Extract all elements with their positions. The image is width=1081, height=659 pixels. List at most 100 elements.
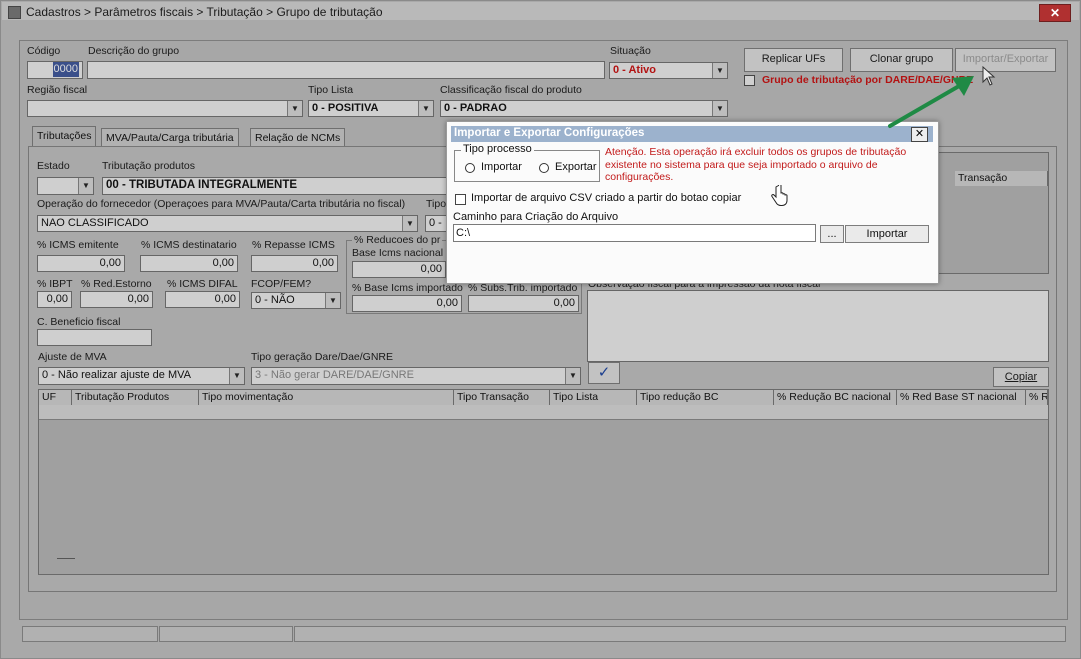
classificacao-label: Classificação fiscal do produto	[440, 84, 582, 96]
ajuste-mva-select[interactable]: 0 - Não realizar ajuste de MVA ▼	[38, 367, 245, 385]
importar-button[interactable]: Importar	[845, 225, 929, 243]
replicar-ufs-button[interactable]: Replicar UFs	[744, 48, 843, 72]
fcop-select[interactable]: 0 - NÃO ▼	[251, 292, 341, 309]
tab-mva-pauta[interactable]: MVA/Pauta/Carga tributária	[101, 128, 239, 147]
status-panel-3	[294, 626, 1066, 642]
tipo-lista-label: Tipo Lista	[308, 84, 354, 96]
ibpt-input[interactable]: 0,00	[37, 291, 72, 308]
situacao-value: 0 - Ativo	[613, 64, 656, 76]
chevron-down-icon[interactable]: ▼	[418, 101, 433, 116]
fcop-value: 0 - NÃO	[255, 294, 295, 306]
operacao-value: NAO CLASSIFICADO	[41, 217, 149, 229]
exportar-radio[interactable]	[539, 163, 549, 173]
tipo-select[interactable]: 0 -	[425, 215, 447, 232]
red-estorno-label: % Red.Estorno	[81, 278, 152, 290]
c-beneficio-input[interactable]	[37, 329, 152, 346]
grid-scroll-indicator	[57, 558, 75, 559]
icms-destinatario-input[interactable]: 0,00	[140, 255, 238, 272]
chevron-down-icon[interactable]: ▼	[287, 101, 302, 116]
tab-relacao-ncms[interactable]: Relação de NCMs	[250, 128, 346, 147]
ajuste-mva-label: Ajuste de MVA	[38, 351, 107, 363]
estado-label: Estado	[37, 160, 70, 172]
regiao-fiscal-select[interactable]: ▼	[27, 100, 303, 117]
tipo-geracao-select[interactable]: 3 - Não gerar DARE/DAE/GNRE ▼	[251, 367, 581, 385]
browse-button[interactable]: ...	[820, 225, 844, 243]
chevron-down-icon[interactable]: ▼	[565, 368, 580, 384]
col-reducao-bc-nacional[interactable]: % Redução BC nacional	[774, 390, 897, 405]
tipo-geracao-label: Tipo geração Dare/Dae/GNRE	[251, 351, 394, 363]
arrow-shaft	[888, 80, 968, 128]
operacao-label: Operação do fornecedor (Operaçoes para M…	[37, 198, 406, 210]
mouse-pointer-icon	[982, 66, 996, 86]
tributacao-grid[interactable]: UF Tributação Produtos Tipo movimentação…	[38, 389, 1049, 575]
window-title: Cadastros > Parâmetros fiscais > Tributa…	[26, 5, 383, 19]
chevron-down-icon[interactable]: ▼	[712, 63, 727, 78]
col-tributacao-produtos[interactable]: Tributação Produtos	[72, 390, 199, 405]
chevron-down-icon[interactable]: ▼	[325, 293, 340, 308]
app-icon	[8, 6, 21, 19]
descricao-label: Descrição do grupo	[88, 45, 180, 57]
codigo-value: 0000	[52, 62, 79, 77]
tipo-processo-label: Tipo processo	[461, 143, 534, 155]
codigo-label: Código	[27, 45, 61, 57]
trib-produtos-label: Tributação produtos	[102, 160, 195, 172]
title-bar: Cadastros > Parâmetros fiscais > Tributa…	[2, 2, 1079, 22]
dialog-title-bar: Importar e Exportar Configurações	[451, 126, 933, 142]
base-icms-importado-input[interactable]: 0,00	[352, 295, 462, 312]
tipo-lista-select[interactable]: 0 - POSITIVA ▼	[308, 100, 434, 117]
tab-tributacoes[interactable]: Tributações	[32, 126, 97, 147]
c-beneficio-label: C. Beneficio fiscal	[37, 316, 121, 328]
classificacao-value: 0 - PADRAO	[444, 102, 507, 114]
ajuste-mva-value: 0 - Não realizar ajuste de MVA	[42, 369, 191, 381]
repasse-icms-input[interactable]: 0,00	[251, 255, 338, 272]
transacao-grid: Transação	[936, 152, 1049, 274]
subs-trib-importado-input[interactable]: 0,00	[468, 295, 579, 312]
tipo-label: Tipo	[426, 198, 447, 210]
confirm-check-button[interactable]: ✓	[588, 362, 620, 384]
chevron-down-icon[interactable]: ▼	[229, 368, 244, 384]
situacao-select[interactable]: 0 - Ativo ▼	[609, 62, 728, 79]
situacao-label: Situação	[610, 45, 651, 57]
col-uf[interactable]: UF	[39, 390, 72, 405]
trib-produtos-input[interactable]: 00 - TRIBUTADA INTEGRALMENTE	[102, 177, 448, 195]
operacao-select[interactable]: NAO CLASSIFICADO ▼	[37, 215, 418, 232]
ibpt-label: % IBPT	[37, 278, 73, 290]
table-row[interactable]	[39, 405, 1048, 420]
chevron-down-icon[interactable]: ▼	[712, 101, 727, 116]
base-icms-nacional-input[interactable]: 0,00	[352, 261, 446, 278]
regiao-fiscal-label: Região fiscal	[27, 84, 88, 96]
classificacao-select[interactable]: 0 - PADRAO ▼	[440, 100, 728, 117]
icms-emitente-input[interactable]: 0,00	[37, 255, 125, 272]
importar-radio-label: Importar	[481, 161, 522, 173]
obs-fiscal-textarea[interactable]	[587, 290, 1049, 362]
tipo-lista-value: 0 - POSITIVA	[312, 102, 379, 114]
copiar-button[interactable]: Copiar	[993, 367, 1049, 387]
icms-difal-input[interactable]: 0,00	[165, 291, 240, 308]
descricao-input[interactable]	[87, 61, 605, 79]
base-icms-nacional-label: Base Icms nacional	[352, 247, 444, 259]
import-export-dialog: Importar e Exportar Configurações ✕ Tipo…	[446, 121, 939, 284]
col-red-base-st-nacional[interactable]: % Red Base ST nacional	[897, 390, 1026, 405]
csv-checkbox[interactable]	[455, 194, 466, 205]
col-tipo-reducao-bc[interactable]: Tipo redução BC	[637, 390, 774, 405]
grupo-dare-checkbox[interactable]	[744, 75, 755, 86]
icms-difal-label: % ICMS DIFAL	[167, 278, 238, 290]
col-tipo-movimentacao[interactable]: Tipo movimentação	[199, 390, 454, 405]
fcop-label: FCOP/FEM?	[251, 278, 312, 290]
importar-radio[interactable]	[465, 163, 475, 173]
caminho-input[interactable]: C:\	[453, 224, 816, 242]
tipo-geracao-value: 3 - Não gerar DARE/DAE/GNRE	[255, 369, 414, 381]
icms-destinatario-label: % ICMS destinatario	[141, 239, 237, 251]
estado-select[interactable]: ▼	[37, 177, 94, 195]
window-close-button[interactable]: ✕	[1039, 4, 1071, 22]
reducoes-label: % Reducoes do pr	[352, 234, 443, 246]
icms-emitente-label: % ICMS emitente	[37, 239, 119, 251]
col-tipo-lista[interactable]: Tipo Lista	[550, 390, 637, 405]
chevron-down-icon[interactable]: ▼	[402, 216, 417, 231]
chevron-down-icon[interactable]: ▼	[78, 178, 93, 194]
red-estorno-input[interactable]: 0,00	[80, 291, 153, 308]
col-tipo-transacao[interactable]: Tipo Transação	[454, 390, 550, 405]
annotation-arrow	[888, 76, 974, 128]
col-re[interactable]: % Re	[1026, 390, 1048, 405]
codigo-input[interactable]: 0000	[27, 61, 83, 79]
